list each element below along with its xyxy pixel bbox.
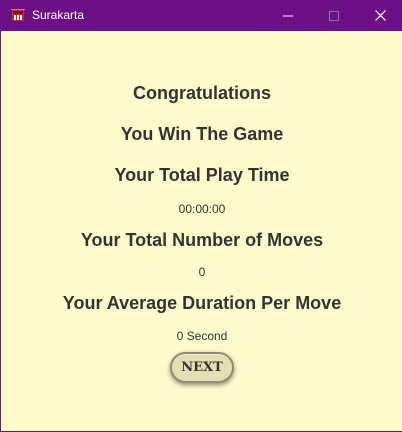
game-over-window: Surakarta Congratulations You Win The Ga… [0,0,402,432]
play-time-label: Your Total Play Time [114,165,290,185]
win-message: You Win The Game [120,124,284,144]
maximize-icon [329,10,339,21]
play-time-value: 00:00:00 [178,202,226,216]
minimize-button[interactable] [265,0,311,31]
moves-label: Your Total Number of Moves [80,230,324,250]
avg-duration-label: Your Average Duration Per Move [62,293,342,313]
result-panel: Congratulations You Win The Game Your To… [2,31,402,431]
title-bar[interactable]: Surakarta [1,0,402,31]
close-icon [374,10,386,21]
next-button[interactable]: NEXT [170,352,234,383]
avg-duration-value: 0 Second [176,329,228,343]
moves-value: 0 [198,265,206,279]
close-button[interactable] [357,0,402,31]
congratulations-heading: Congratulations [133,83,271,103]
surakarta-app-icon [11,8,25,22]
window-title: Surakarta [32,8,85,22]
minimize-icon [283,11,293,21]
maximize-button[interactable] [311,0,357,31]
